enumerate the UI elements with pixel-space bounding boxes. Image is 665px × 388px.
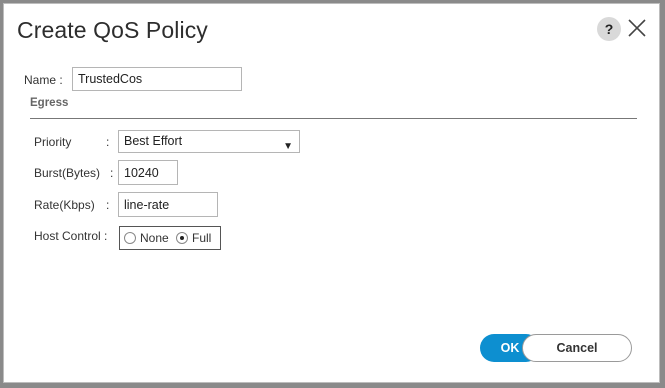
host-control-none-radio[interactable] [124,232,136,244]
close-icon [628,19,646,37]
priority-label: Priority [34,135,72,149]
name-input[interactable] [72,67,242,91]
rate-input[interactable] [118,192,218,217]
dialog-title: Create QoS Policy [17,17,208,43]
host-control-radio-group: None Full [119,226,221,250]
burst-input[interactable] [118,160,178,185]
close-button[interactable] [626,17,648,39]
help-icon: ? [604,21,614,37]
rate-label: Rate(Kbps) [34,198,95,212]
host-control-full-radio[interactable] [176,232,188,244]
cancel-button[interactable]: Cancel [522,334,632,362]
burst-separator: : [110,166,114,180]
help-button[interactable]: ? [597,17,621,41]
priority-select[interactable]: Best Effort ▼ [118,130,300,153]
chevron-down-icon: ▼ [283,141,293,152]
radio-selected-dot [180,236,184,240]
host-control-label: Host Control : [34,229,108,243]
section-divider [30,118,637,119]
rate-separator: : [106,198,110,212]
priority-separator: : [106,135,110,149]
priority-selected-value: Best Effort [124,134,183,148]
host-control-full-label: Full [192,231,212,245]
burst-label: Burst(Bytes) [34,166,101,180]
name-label: Name : [24,73,63,87]
egress-section-label: Egress [30,97,69,109]
create-qos-policy-dialog: Create QoS Policy ? Name : Egress Priori… [3,3,660,383]
host-control-none-label: None [140,231,169,245]
